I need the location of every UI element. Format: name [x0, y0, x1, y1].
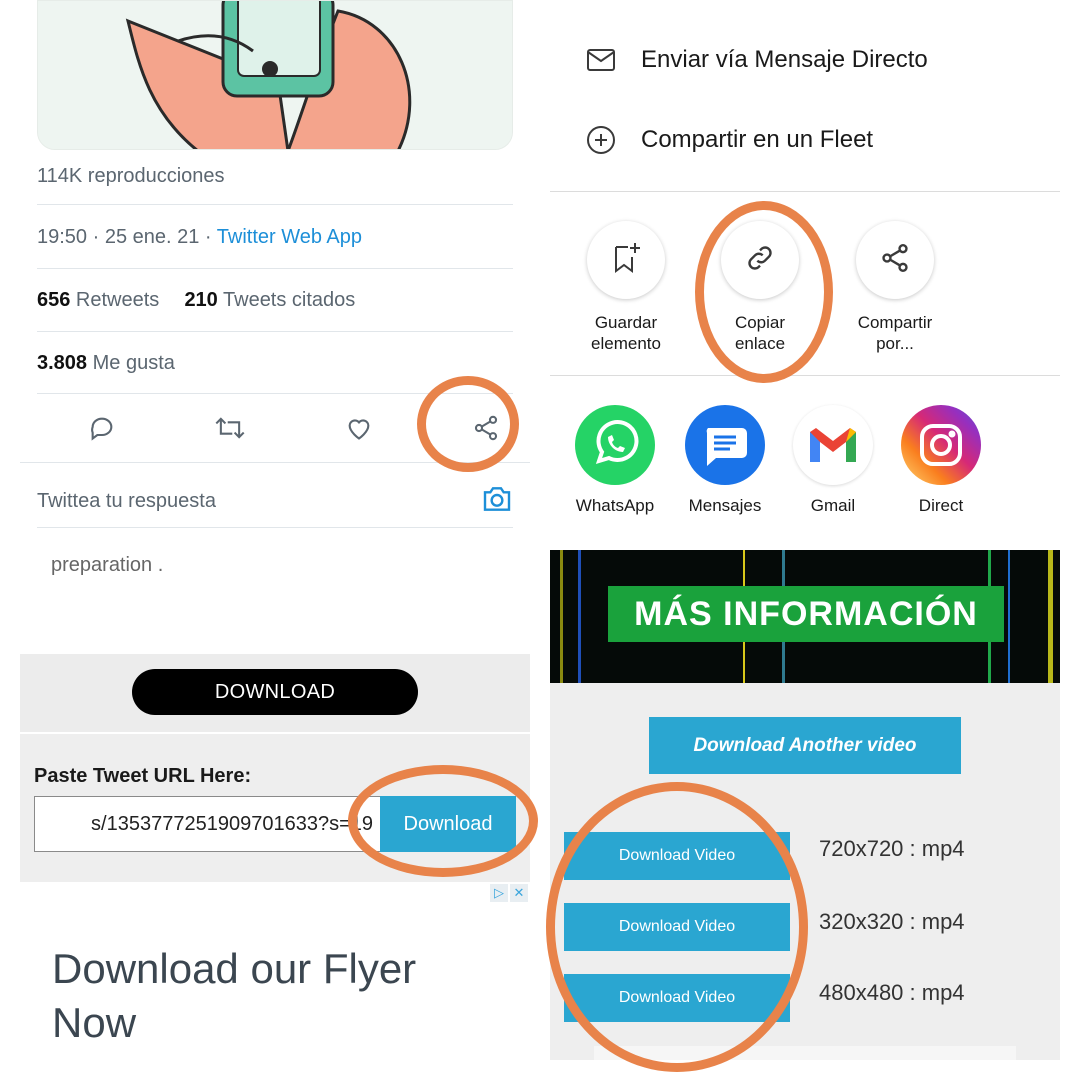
reply-placeholder: Twittea tu respuesta: [37, 490, 216, 512]
divider: [37, 393, 513, 394]
bookmark-add-icon: [610, 241, 642, 280]
whatsapp-icon[interactable]: [575, 405, 655, 485]
ad-close-icon[interactable]: ✕: [510, 884, 528, 902]
instagram-icon[interactable]: [901, 405, 981, 485]
save-item-label: Guardar elemento: [591, 313, 661, 353]
footer-ad-strip: [594, 1046, 1016, 1060]
promo-banner[interactable]: MÁS INFORMACIÓN: [550, 550, 1060, 683]
save-item-button[interactable]: [587, 221, 665, 299]
ad-title: Download our Flyer Now: [52, 945, 417, 1046]
menu-label: Enviar vía Mensaje Directo: [641, 46, 928, 73]
plus-circle-icon: [585, 124, 617, 156]
copy-link-label: Copiar enlace: [734, 313, 786, 353]
share-via-button[interactable]: [856, 221, 934, 299]
retweets-label: Retweets: [70, 289, 160, 311]
direct-label: Direct: [918, 496, 964, 515]
resolution-label: 320x320 : mp4: [819, 909, 965, 934]
reply-icon[interactable]: [82, 405, 122, 451]
quotes-count: 210: [184, 289, 218, 311]
divider: [37, 331, 513, 332]
tweet-panel: 114K reproducciones 19:50 · 25 ene. 21 ·…: [20, 0, 530, 535]
ad-choices[interactable]: ▷ ✕: [490, 884, 528, 902]
ad-info-icon[interactable]: ▷: [490, 884, 508, 902]
menu-share-fleet[interactable]: Compartir en un Fleet: [585, 120, 873, 160]
copy-link-button[interactable]: [721, 221, 799, 299]
quotes-stat[interactable]: 210 Tweets citados: [184, 289, 355, 311]
download-video-button-720[interactable]: Download Video: [564, 832, 790, 880]
gmail-icon[interactable]: [793, 405, 873, 485]
divider: [550, 191, 1060, 192]
share-icon[interactable]: [466, 405, 506, 451]
messages-icon[interactable]: [685, 405, 765, 485]
retweets-stat[interactable]: 656 Retweets: [37, 289, 159, 311]
resolution-label: 480x480 : mp4: [819, 980, 965, 1005]
resolution-label: 720x720 : mp4: [819, 836, 965, 861]
reply-composer[interactable]: Twittea tu respuesta: [37, 482, 513, 522]
whatsapp-label: WhatsApp: [575, 496, 655, 515]
divider: [37, 204, 513, 205]
download-submit-button[interactable]: Download: [380, 796, 516, 852]
messages-label: Mensajes: [688, 496, 762, 515]
menu-send-direct-message[interactable]: Enviar vía Mensaje Directo: [585, 40, 928, 80]
like-icon[interactable]: [339, 405, 379, 451]
download-result-panel: MÁS INFORMACIÓN Download Another video D…: [550, 550, 1060, 1060]
likes-label: Me gusta: [87, 352, 175, 374]
download-another-video-button[interactable]: Download Another video: [649, 717, 961, 774]
download-video-button-320[interactable]: Download Video: [564, 903, 790, 951]
paste-url-label: Paste Tweet URL Here:: [34, 765, 252, 787]
envelope-icon: [585, 44, 617, 76]
divider: [37, 268, 513, 269]
tweet-video-thumbnail[interactable]: [37, 0, 513, 150]
download-video-button-480[interactable]: Download Video: [564, 974, 790, 1022]
divider: [20, 462, 530, 463]
camera-icon[interactable]: [481, 484, 513, 519]
retweets-count: 656: [37, 289, 71, 311]
downloader-form-panel: preparation . DOWNLOAD Paste Tweet URL H…: [20, 550, 530, 1060]
likes-count: 3.808: [37, 352, 88, 374]
mas-informacion-button[interactable]: MÁS INFORMACIÓN: [608, 586, 1004, 642]
share-via-label: Compartir por...: [857, 313, 933, 353]
text-fragment: preparation .: [51, 554, 164, 576]
engagement-row: 656 Retweets 210 Tweets citados: [37, 289, 513, 312]
quotes-label: Tweets citados: [217, 289, 356, 311]
link-icon: [744, 242, 776, 279]
menu-label: Compartir en un Fleet: [641, 126, 874, 153]
tweet-action-bar: [37, 405, 513, 455]
tweet-url-input[interactable]: s/1353777251909701633?s=19: [34, 796, 382, 852]
divider: [37, 527, 513, 528]
likes-stat[interactable]: 3.808 Me gusta: [37, 352, 513, 375]
download-pill-button[interactable]: DOWNLOAD: [132, 669, 418, 715]
share-sheet: Enviar vía Mensaje Directo Compartir en …: [550, 0, 1060, 530]
source-link[interactable]: Twitter Web App: [217, 226, 362, 248]
views-count: 114K reproducciones: [37, 165, 225, 187]
tweet-timestamp: 19:50 · 25 ene. 21 · Twitter Web App: [37, 226, 513, 249]
timestamp-text: 19:50 · 25 ene. 21 ·: [37, 226, 217, 248]
divider: [550, 375, 1060, 376]
share-icon: [879, 242, 911, 279]
gmail-label: Gmail: [810, 496, 856, 515]
retweet-icon[interactable]: [210, 405, 250, 451]
